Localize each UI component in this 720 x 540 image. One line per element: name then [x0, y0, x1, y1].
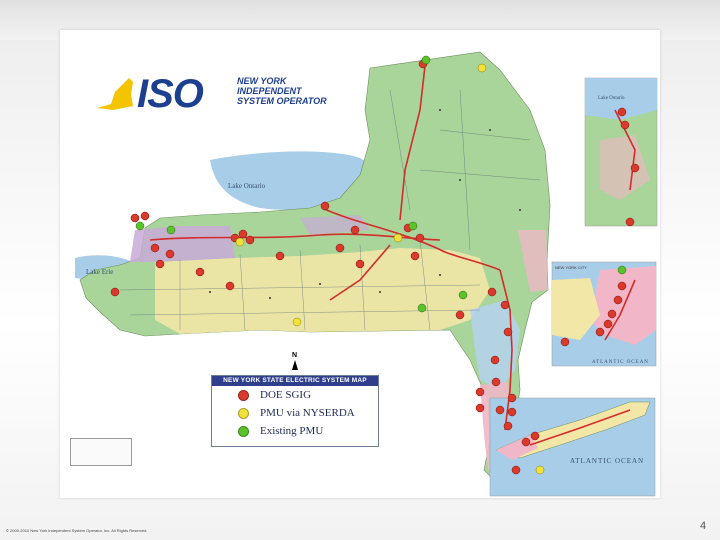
nyiso-logo: ISO NEW YORK INDEPENDENT SYSTEM OPERATOR [93, 74, 327, 119]
north-arrow-icon [292, 360, 298, 370]
north-label: N [292, 352, 298, 359]
inset-lake-ontario-label: Lake Ontario [598, 96, 625, 101]
legend-item-pmu-nyserda: PMU via NYSERDA [212, 404, 378, 422]
lake-ontario-label: Lake Ontario [228, 182, 266, 190]
map-frame: ISO NEW YORK INDEPENDENT SYSTEM OPERATOR… [60, 30, 660, 498]
region-central [155, 248, 490, 334]
atlantic-ocean-inset-label: ATLANTIC OCEAN [592, 360, 649, 365]
region-west [130, 226, 235, 262]
map-legend: NEW YORK STATE ELECTRIC SYSTEM MAP DOE S… [211, 375, 379, 447]
copyright-footer: © 2000-2010 New York Independent System … [6, 528, 148, 533]
logo-line-1: NEW YORK [237, 76, 287, 86]
nyc-inset-title: NEW YORK CITY [555, 265, 587, 270]
ny-state-silhouette-icon [97, 78, 133, 110]
legend-label: Existing PMU [260, 425, 324, 437]
map-source-box [70, 438, 132, 466]
logo-line-3: SYSTEM OPERATOR [237, 96, 327, 106]
legend-item-existing-pmu: Existing PMU [212, 422, 378, 440]
green-marker-icon [238, 425, 249, 437]
red-marker-icon [238, 389, 249, 401]
page-number: 4 [700, 520, 707, 532]
legend-item-doe-sgig: DOE SGIG [212, 386, 378, 404]
legend-title: NEW YORK STATE ELECTRIC SYSTEM MAP [212, 376, 378, 386]
logo-org-name: NEW YORK INDEPENDENT SYSTEM OPERATOR [237, 76, 357, 106]
atlantic-ocean-label: ATLANTIC OCEAN [570, 457, 645, 465]
yellow-marker-icon [238, 407, 249, 419]
lake-erie-label: Lake Erie [86, 268, 114, 276]
legend-label: PMU via NYSERDA [260, 407, 355, 419]
logo-iso-text: ISO [137, 72, 204, 116]
legend-label: DOE SGIG [260, 389, 312, 401]
logo-line-2: INDEPENDENT [237, 86, 302, 96]
